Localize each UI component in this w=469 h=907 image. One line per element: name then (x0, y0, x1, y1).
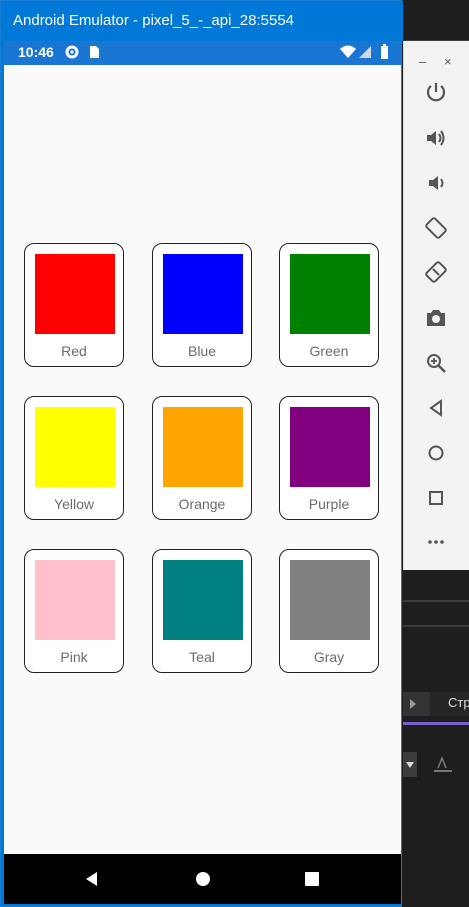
color-swatch (290, 254, 370, 334)
emulator-toolbar: – × (403, 40, 469, 570)
color-swatch (35, 254, 115, 334)
back-icon[interactable] (424, 396, 448, 420)
color-card-red[interactable]: Red (24, 243, 124, 367)
color-label: Orange (178, 496, 226, 512)
color-card-blue[interactable]: Blue (152, 243, 252, 367)
color-swatch (163, 407, 243, 487)
chevron-down-icon (406, 762, 414, 768)
rotate-right-icon[interactable] (424, 260, 448, 284)
rotate-left-icon[interactable] (424, 216, 448, 240)
app-content: Red Blue Green Yellow Orange Purple Pink (4, 65, 401, 854)
color-label: Yellow (54, 496, 94, 512)
more-icon[interactable] (424, 530, 448, 554)
color-swatch (290, 560, 370, 640)
zoom-icon[interactable] (424, 351, 448, 375)
color-label: Gray (313, 649, 345, 665)
volume-up-icon[interactable] (424, 126, 448, 150)
ide-divider (403, 600, 469, 602)
ide-dropdown[interactable] (403, 752, 417, 777)
color-label: Red (61, 343, 87, 359)
ide-tab-underline (403, 722, 469, 725)
battery-icon (381, 44, 388, 59)
color-card-green[interactable]: Green (279, 243, 379, 367)
camera-icon[interactable] (424, 306, 448, 330)
nav-home-icon[interactable] (193, 869, 213, 889)
color-card-teal[interactable]: Teal (152, 549, 252, 673)
color-card-yellow[interactable]: Yellow (24, 396, 124, 520)
color-label: Purple (308, 496, 350, 512)
color-swatch (163, 254, 243, 334)
ide-format-icon[interactable] (432, 754, 454, 774)
color-label: Teal (189, 649, 215, 665)
close-button[interactable]: × (444, 54, 452, 69)
color-card-purple[interactable]: Purple (279, 396, 379, 520)
ide-scroll-button[interactable] (403, 692, 430, 716)
ide-divider (403, 625, 469, 627)
wifi-icon (340, 45, 356, 58)
color-label: Blue (187, 343, 217, 359)
android-status-bar: 10:46 (4, 41, 401, 65)
status-time: 10:46 (18, 44, 54, 60)
color-swatch (163, 560, 243, 640)
color-label: Pink (60, 649, 88, 665)
chevron-right-icon (410, 699, 416, 709)
home-icon[interactable] (424, 441, 448, 465)
sd-card-icon (90, 46, 99, 58)
color-card-gray[interactable]: Gray (279, 549, 379, 673)
color-swatch (290, 407, 370, 487)
color-card-pink[interactable]: Pink (24, 549, 124, 673)
volume-down-icon[interactable] (424, 171, 448, 195)
minimize-button[interactable]: – (419, 54, 426, 69)
ide-background (403, 0, 469, 41)
nav-recents-icon[interactable] (302, 869, 322, 889)
nav-back-icon[interactable] (82, 869, 102, 889)
window-title: Android Emulator - pixel_5_-_api_28:5554 (1, 1, 403, 41)
color-label: Green (309, 343, 349, 359)
color-card-orange[interactable]: Orange (152, 396, 252, 520)
settings-icon (65, 45, 79, 59)
emulator-window: Android Emulator - pixel_5_-_api_28:5554… (0, 0, 403, 907)
color-swatch (35, 560, 115, 640)
ide-tab[interactable]: Стр (430, 692, 469, 716)
power-icon[interactable] (424, 80, 448, 104)
signal-icon (359, 46, 371, 58)
overview-icon[interactable] (424, 486, 448, 510)
android-nav-bar (4, 854, 401, 904)
color-swatch (35, 407, 115, 487)
